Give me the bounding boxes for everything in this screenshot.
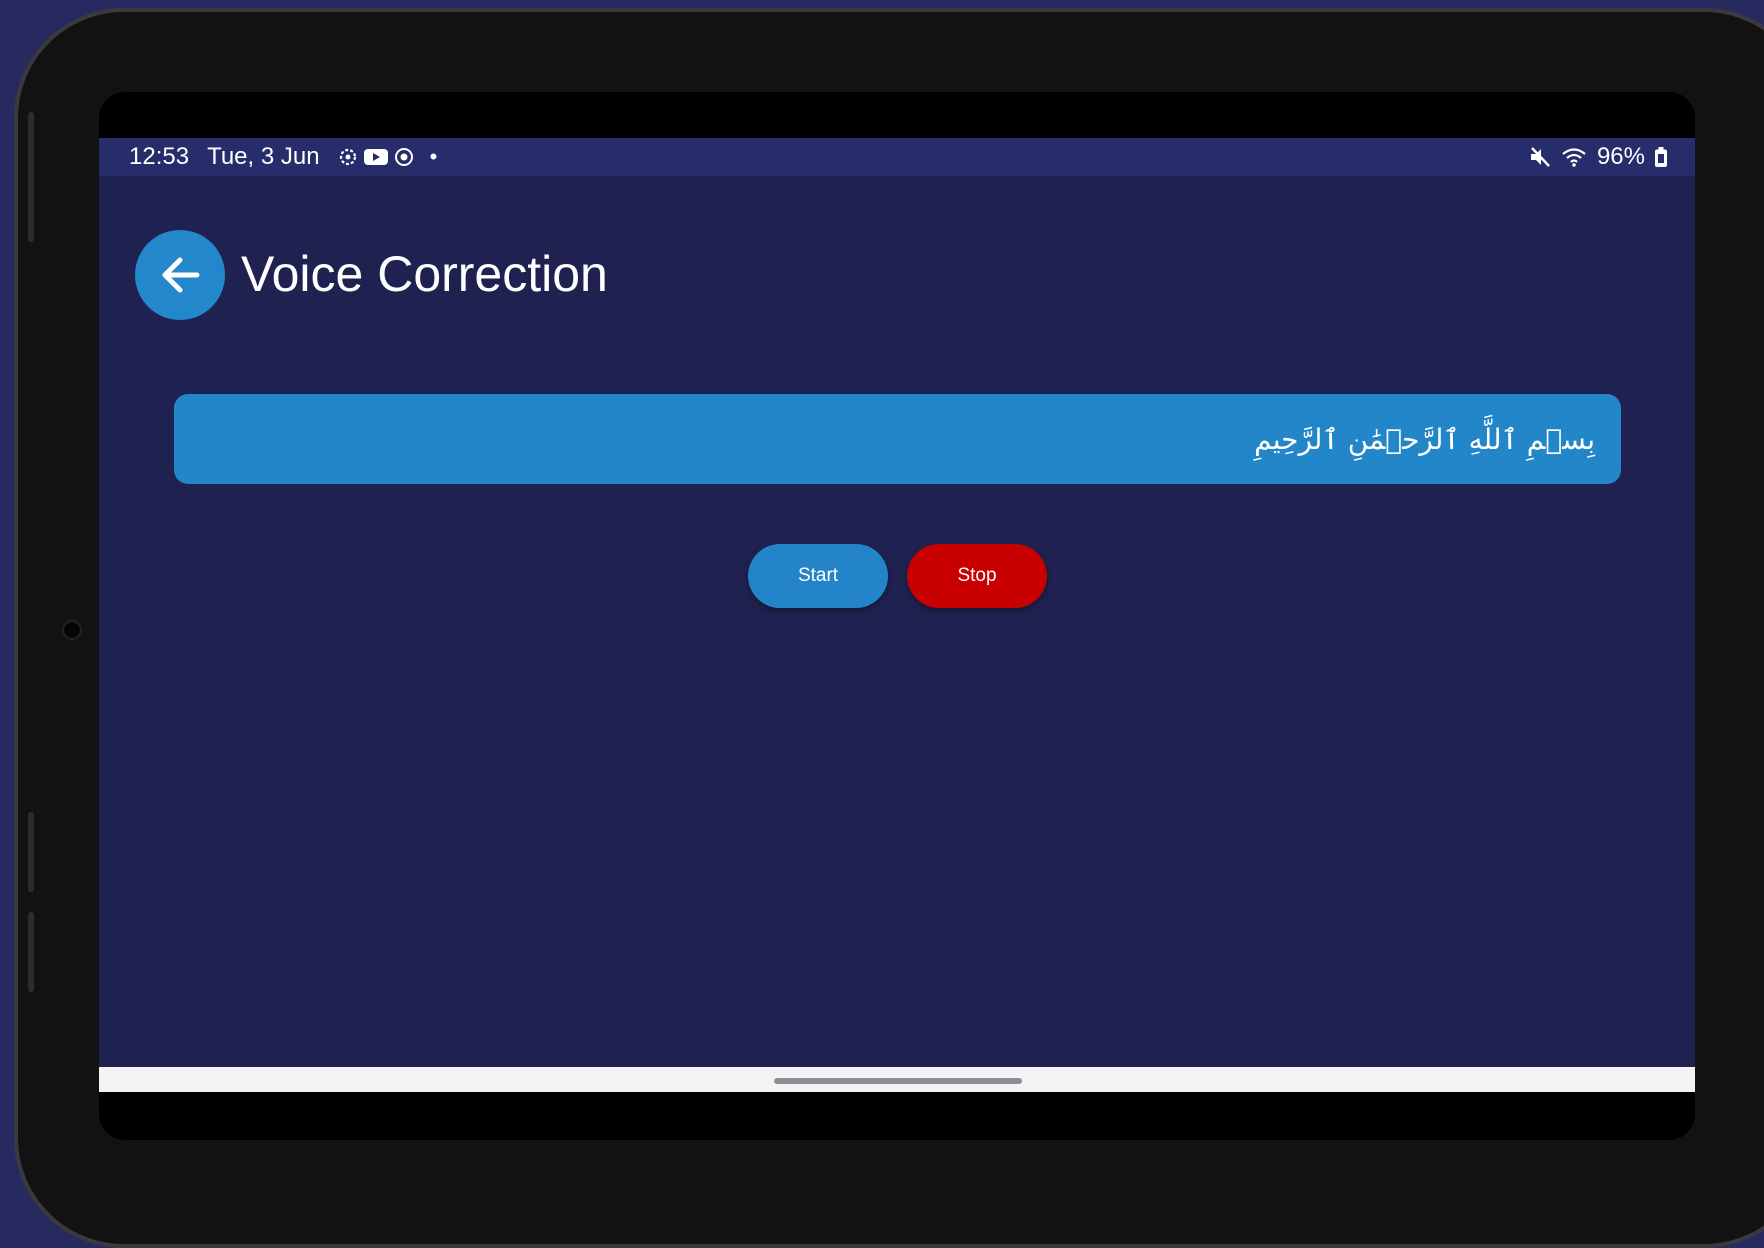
side-button (28, 912, 34, 992)
ayah-text: بِسۡمِ ٱللَّهِ ٱلرَّحۡمَٰنِ ٱلرَّحِيمِ (1254, 422, 1595, 456)
youtube-icon (363, 149, 388, 165)
start-button[interactable]: Start (748, 544, 888, 608)
side-button (28, 812, 34, 892)
status-time: 12:53 (129, 143, 190, 170)
app-content: Voice Correction بِسۡمِ ٱللَّهِ ٱلرَّحۡم… (99, 176, 1695, 1067)
page-title: Voice Correction (241, 246, 608, 302)
ayah-display: بِسۡمِ ٱللَّهِ ٱلرَّحۡمَٰنِ ٱلرَّحِيمِ (174, 394, 1621, 484)
battery-icon (1655, 147, 1667, 167)
screen-record-icon (394, 148, 413, 166)
status-date: Tue, 3 Jun (207, 143, 320, 170)
battery-percent: 96% (1596, 143, 1645, 170)
navigation-bar (99, 1067, 1695, 1092)
stop-button[interactable]: Stop (907, 544, 1047, 608)
camera-dot (62, 620, 82, 640)
settings-icon (339, 148, 356, 166)
arrow-left-icon (162, 257, 200, 293)
wifi-icon (1562, 148, 1586, 167)
notification-dot: • (429, 144, 438, 169)
mute-icon (1530, 147, 1550, 167)
device-screen: 12:53 Tue, 3 Jun • 96% Voice Correction … (99, 92, 1695, 1140)
back-button[interactable] (135, 230, 225, 320)
status-bar: 12:53 Tue, 3 Jun • 96% (99, 138, 1695, 176)
home-indicator[interactable] (774, 1078, 1022, 1084)
volume-button (28, 112, 34, 242)
